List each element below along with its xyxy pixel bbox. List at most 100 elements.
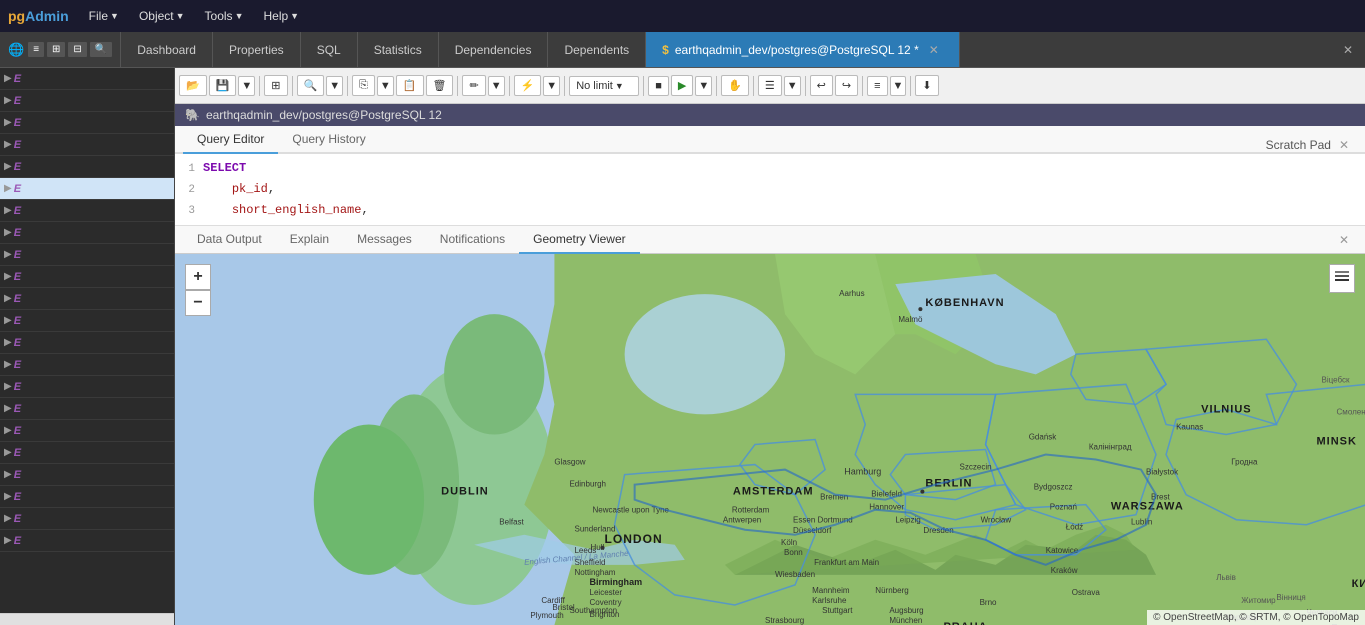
tab-geometry-viewer[interactable]: Geometry Viewer bbox=[519, 226, 639, 254]
menu-help[interactable]: Help ▼ bbox=[255, 5, 307, 27]
tab-query-history[interactable]: Query History bbox=[278, 126, 379, 154]
sidebar-item[interactable]: ▶ E bbox=[0, 398, 174, 420]
zoom-in-button[interactable]: + bbox=[185, 264, 211, 290]
sep7 bbox=[643, 76, 644, 96]
svg-text:Belfast: Belfast bbox=[499, 518, 524, 527]
sidebar-item[interactable]: ▶ E bbox=[0, 354, 174, 376]
sidebar-item[interactable]: ▶ E bbox=[0, 508, 174, 530]
svg-text:Гродна: Гродна bbox=[1231, 458, 1258, 467]
btn-run-dropdown[interactable]: ▼ bbox=[695, 76, 712, 96]
tab-query-editor[interactable]: Query Editor bbox=[183, 126, 278, 154]
result-tabs-close[interactable]: ✕ bbox=[1331, 227, 1357, 253]
tab-statistics[interactable]: Statistics bbox=[358, 32, 439, 67]
sidebar-item[interactable]: ▶ E bbox=[0, 288, 174, 310]
menu-file[interactable]: File ▼ bbox=[81, 5, 127, 27]
tabbar-close[interactable]: ✕ bbox=[1331, 32, 1365, 67]
btn-stop[interactable]: ■ bbox=[648, 76, 669, 96]
btn-run[interactable]: ▶ bbox=[671, 75, 693, 96]
sidebar-item[interactable]: ▶ E bbox=[0, 68, 174, 90]
map-area[interactable]: KØBENHAVN VILNIUS MINSK WARSZAWA BERLIN … bbox=[175, 254, 1365, 625]
svg-text:Poznań: Poznań bbox=[1050, 503, 1077, 512]
sep11 bbox=[862, 76, 863, 96]
browser-btn3[interactable]: ⊟ bbox=[68, 42, 86, 57]
btn-edit-dropdown[interactable]: ▼ bbox=[488, 76, 505, 96]
btn-limit[interactable]: No limit ▼ bbox=[569, 76, 639, 96]
btn-filter-dropdown[interactable]: ▼ bbox=[543, 76, 560, 96]
menu-tools[interactable]: Tools ▼ bbox=[197, 5, 252, 27]
sep10 bbox=[805, 76, 806, 96]
sidebar-item[interactable]: ▶ E bbox=[0, 310, 174, 332]
tab-dashboard[interactable]: Dashboard bbox=[121, 32, 213, 67]
sidebar-item[interactable]: ▶ E bbox=[0, 266, 174, 288]
sidebar-item[interactable]: ▶ E bbox=[0, 332, 174, 354]
btn-save-dropdown[interactable]: ▼ bbox=[238, 76, 255, 96]
scratchpad-close[interactable]: ✕ bbox=[1339, 138, 1349, 152]
btn-copy[interactable]: ⎘ bbox=[352, 75, 375, 96]
btn-download[interactable]: ⬇ bbox=[915, 75, 938, 96]
btn-rollback[interactable]: ↪ bbox=[835, 75, 858, 96]
sidebar-item[interactable]: ▶ E bbox=[0, 156, 174, 178]
zoom-out-button[interactable]: − bbox=[185, 290, 211, 316]
chevron-icon: ▶ bbox=[4, 227, 12, 238]
line-num-3: 3 bbox=[175, 202, 203, 220]
sidebar-item[interactable]: ▶ E bbox=[0, 90, 174, 112]
sidebar-item[interactable]: ▶ E bbox=[0, 442, 174, 464]
btn-drag[interactable]: ✋ bbox=[721, 75, 749, 96]
tab-properties[interactable]: Properties bbox=[213, 32, 301, 67]
sidebar-item[interactable]: ▶ E bbox=[0, 530, 174, 552]
btn-delete[interactable]: 🗑 bbox=[426, 75, 454, 96]
tab-browser[interactable]: 🌐 ≡ ⊞ ⊟ 🔍 bbox=[0, 32, 121, 67]
chevron-icon: ▶ bbox=[4, 95, 12, 106]
btn-view-dropdown[interactable]: ▼ bbox=[784, 76, 801, 96]
tab-data-output[interactable]: Data Output bbox=[183, 226, 276, 254]
tab-dependents[interactable]: Dependents bbox=[548, 32, 646, 67]
btn-commit[interactable]: ↩ bbox=[810, 75, 833, 96]
sidebar-item[interactable]: ▶ E bbox=[0, 134, 174, 156]
sidebar-item[interactable]: ▶ E bbox=[0, 464, 174, 486]
sidebar-item[interactable]: ▶ E bbox=[0, 200, 174, 222]
map-layers-button[interactable] bbox=[1329, 264, 1355, 293]
query-toolbar: 📂 💾 ▼ ⊞ 🔍 ▼ ⎘ ▼ 📋 🗑 ✏ ▼ ⚡ ▼ No limit ▼ bbox=[175, 68, 1365, 104]
svg-text:Plymouth: Plymouth bbox=[530, 611, 563, 620]
browser-btn4[interactable]: 🔍 bbox=[90, 42, 112, 57]
sidebar-item[interactable]: ▶ E bbox=[0, 420, 174, 442]
btn-paste[interactable]: 📋 bbox=[396, 75, 424, 96]
db-tab-close[interactable]: ✕ bbox=[925, 43, 943, 57]
tab-explain[interactable]: Explain bbox=[276, 226, 343, 254]
chevron-icon: ▶ bbox=[4, 205, 12, 216]
sidebar-item[interactable]: ▶ E bbox=[0, 112, 174, 134]
svg-text:Wrocław: Wrocław bbox=[981, 516, 1012, 525]
sidebar-item[interactable]: ▶ E bbox=[0, 222, 174, 244]
menu-object[interactable]: Object ▼ bbox=[131, 5, 193, 27]
btn-filter[interactable]: ⚡ bbox=[514, 75, 542, 96]
btn-save[interactable]: 💾 bbox=[209, 75, 237, 96]
sidebar-item[interactable]: ▶ E bbox=[0, 376, 174, 398]
sep5 bbox=[509, 76, 510, 96]
btn-view[interactable]: ☰ bbox=[758, 75, 782, 96]
db-icon: E bbox=[14, 513, 21, 525]
chevron-icon: ▶ bbox=[4, 293, 12, 304]
sidebar-item-selected[interactable]: ▶ E bbox=[0, 178, 174, 200]
sidebar-item[interactable]: ▶ E bbox=[0, 244, 174, 266]
btn-table[interactable]: ⊞ bbox=[264, 75, 287, 96]
btn-format[interactable]: ≡ bbox=[867, 76, 887, 96]
svg-text:Leicester: Leicester bbox=[590, 588, 623, 597]
svg-text:Rotterdam: Rotterdam bbox=[732, 506, 770, 515]
btn-copy-dropdown[interactable]: ▼ bbox=[377, 76, 394, 96]
tab-messages[interactable]: Messages bbox=[343, 226, 426, 254]
btn-search[interactable]: 🔍 bbox=[297, 75, 325, 96]
btn-search-dropdown[interactable]: ▼ bbox=[326, 76, 343, 96]
btn-open-file[interactable]: 📂 bbox=[179, 75, 207, 96]
tab-dependencies[interactable]: Dependencies bbox=[439, 32, 549, 67]
tab-notifications[interactable]: Notifications bbox=[426, 226, 519, 254]
browser-btn2[interactable]: ⊞ bbox=[47, 42, 65, 57]
browser-btn1[interactable]: ≡ bbox=[28, 42, 44, 57]
btn-edit[interactable]: ✏ bbox=[462, 75, 485, 96]
tab-active-db[interactable]: $ earthqadmin_dev/postgres@PostgreSQL 12… bbox=[646, 32, 960, 67]
sidebar-scrollbar[interactable] bbox=[0, 613, 174, 625]
chevron-icon: ▶ bbox=[4, 469, 12, 480]
sql-editor[interactable]: 1 SELECT 2 pk_id, 3 short_english_name, bbox=[175, 154, 1365, 226]
tab-sql[interactable]: SQL bbox=[301, 32, 358, 67]
sidebar-item[interactable]: ▶ E bbox=[0, 486, 174, 508]
btn-format-dropdown[interactable]: ▼ bbox=[890, 76, 907, 96]
